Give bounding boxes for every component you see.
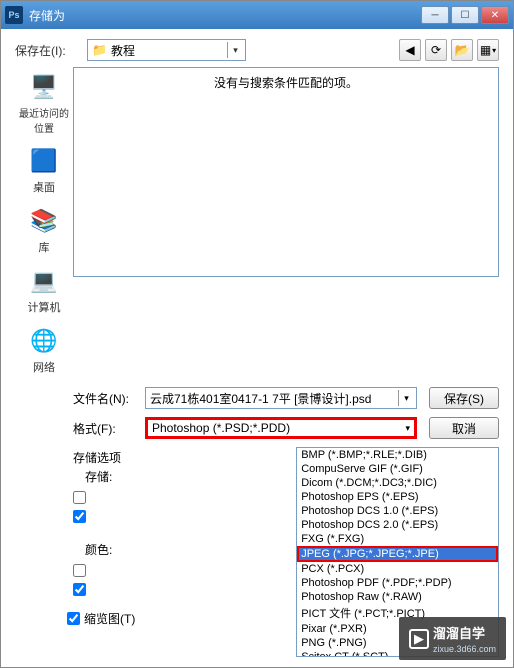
photoshop-icon: Ps [5,6,23,24]
computer-icon: 💻 [28,265,60,297]
places-sidebar: 🖥️ 最近访问的位置 🟦 桌面 📚 库 💻 计算机 🌐 网络 [15,67,73,375]
cancel-button[interactable]: 取消 [429,417,499,439]
window-title: 存储为 [29,7,419,24]
store-options-header: 存储选项 [73,449,152,466]
save-as-dialog: Ps 存储为 ─ ☐ ✕ 保存在(I): 📁 教程 ▾ ◀ ⟳ 📂 ▦▾ 🖥️ [0,0,514,668]
format-combo[interactable]: Photoshop (*.PSD;*.PDD) ▾ [145,417,417,439]
sidebar-item-libraries[interactable]: 📚 库 [28,205,60,255]
back-icon: ◀ [405,43,414,57]
format-option[interactable]: FXG (*.FXG) [297,532,498,546]
desktop-icon: 🟦 [28,145,60,177]
sidebar-item-label: 库 [39,239,50,255]
sidebar-item-label: 网络 [33,359,55,375]
sidebar-item-desktop[interactable]: 🟦 桌面 [28,145,60,195]
close-button[interactable]: ✕ [481,6,509,24]
format-value: Photoshop (*.PSD;*.PDD) [152,421,290,435]
chevron-down-icon: ▾ [398,390,414,406]
store-checkbox-2[interactable] [73,510,86,523]
views-icon: ▦ [480,43,491,57]
format-option[interactable]: JPEG (*.JPG;*.JPEG;*.JPE) [297,546,498,562]
format-option[interactable]: Photoshop PDF (*.PDF;*.PDP) [297,576,498,590]
back-button[interactable]: ◀ [399,39,421,61]
watermark-url: zixue.3d66.com [433,644,496,654]
titlebar: Ps 存储为 ─ ☐ ✕ [1,1,513,29]
format-option[interactable]: Photoshop Raw (*.RAW) [297,590,498,604]
save-in-row: 保存在(I): 📁 教程 ▾ ◀ ⟳ 📂 ▦▾ [15,39,499,61]
recent-icon: 🖥️ [28,71,60,103]
format-option[interactable]: CompuServe GIF (*.GIF) [297,462,498,476]
sidebar-item-label: 桌面 [33,179,55,195]
store-checkbox-1[interactable] [73,491,86,504]
watermark: ▶ 溜溜自学 zixue.3d66.com [399,617,506,660]
format-option[interactable]: Photoshop DCS 2.0 (*.EPS) [297,518,498,532]
format-option[interactable]: PCX (*.PCX) [297,562,498,576]
sidebar-item-recent[interactable]: 🖥️ 最近访问的位置 [15,71,73,135]
watermark-text: 溜溜自学 [433,623,496,642]
network-icon: 🌐 [28,325,60,357]
color-label: 颜色: [85,541,152,558]
thumbnail-checkbox[interactable] [67,612,80,625]
minimize-button[interactable]: ─ [421,6,449,24]
new-folder-button[interactable]: 📂 [451,39,473,61]
chevron-down-icon: ▾ [227,42,243,58]
format-option[interactable]: Dicom (*.DCM;*.DC3;*.DIC) [297,476,498,490]
refresh-icon: ⟳ [431,43,441,57]
format-option[interactable]: Photoshop DCS 1.0 (*.EPS) [297,504,498,518]
views-button[interactable]: ▦▾ [477,39,499,61]
store-label: 存储: [85,468,152,485]
filename-input[interactable]: 云成71栋401室0417-1 7平 [景博设计].psd ▾ [145,387,417,409]
play-icon: ▶ [409,629,429,649]
sidebar-item-computer[interactable]: 💻 计算机 [28,265,61,315]
libraries-icon: 📚 [28,205,60,237]
chevron-down-icon: ▾ [405,423,410,434]
refresh-button[interactable]: ⟳ [425,39,447,61]
sidebar-item-label: 最近访问的位置 [15,105,73,135]
save-in-value: 教程 [111,42,135,59]
format-row: 格式(F): Photoshop (*.PSD;*.PDD) ▾ 取消 [15,417,499,439]
color-checkbox-1[interactable] [73,564,86,577]
format-label: 格式(F): [73,420,145,437]
format-option[interactable]: BMP (*.BMP;*.RLE;*.DIB) [297,448,498,462]
filename-value: 云成71栋401室0417-1 7平 [景博设计].psd [150,390,371,407]
save-in-label: 保存在(I): [15,42,87,59]
folder-icon: 📁 [92,43,107,57]
filename-row: 文件名(N): 云成71栋401室0417-1 7平 [景博设计].psd ▾ … [15,387,499,409]
format-option[interactable]: Photoshop EPS (*.EPS) [297,490,498,504]
save-button[interactable]: 保存(S) [429,387,499,409]
color-checkbox-2[interactable] [73,583,86,596]
file-list[interactable]: 没有与搜索条件匹配的项。 [73,67,499,277]
maximize-button[interactable]: ☐ [451,6,479,24]
newfolder-icon: 📂 [455,43,470,57]
thumbnail-label: 缩览图(T) [84,610,135,627]
sidebar-item-label: 计算机 [28,299,61,315]
save-in-combo[interactable]: 📁 教程 ▾ [87,39,246,61]
filename-label: 文件名(N): [73,390,145,407]
empty-message: 没有与搜索条件匹配的项。 [214,74,358,91]
sidebar-item-network[interactable]: 🌐 网络 [28,325,60,375]
